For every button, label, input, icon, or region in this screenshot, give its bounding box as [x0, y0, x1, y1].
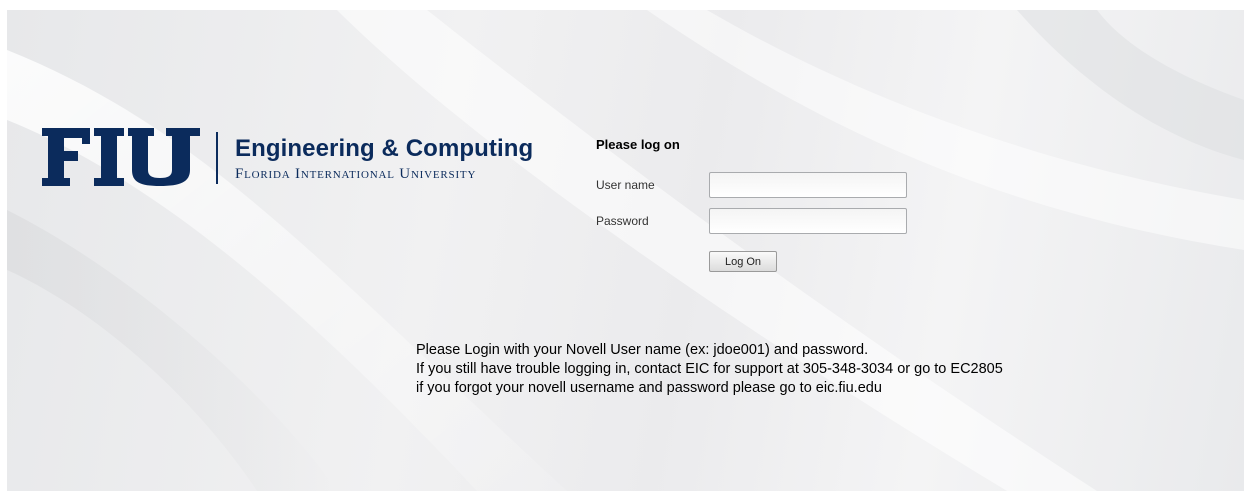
fiu-logo-mark — [42, 128, 200, 186]
background-swoosh — [7, 10, 1244, 491]
log-on-button[interactable]: Log On — [709, 251, 777, 272]
username-label: User name — [596, 178, 655, 192]
username-input[interactable] — [709, 172, 907, 198]
instruction-line: If you still have trouble logging in, co… — [416, 361, 1003, 377]
password-input[interactable] — [709, 208, 907, 234]
background-curves — [7, 10, 1244, 491]
logo-divider — [216, 132, 218, 184]
fiu-logo: Engineering & Computing Florida Internat… — [42, 128, 533, 188]
instruction-line: if you forgot your novell username and p… — [416, 380, 882, 396]
login-page: Engineering & Computing Florida Internat… — [0, 0, 1250, 491]
logo-title: Engineering & Computing — [235, 135, 534, 162]
password-label: Password — [596, 214, 649, 228]
instruction-line: Please Login with your Novell User name … — [416, 342, 869, 358]
logo-subtitle: Florida International University — [235, 166, 477, 182]
login-instructions: Please Login with your Novell User name … — [416, 341, 1003, 398]
form-title: Please log on — [596, 137, 680, 152]
